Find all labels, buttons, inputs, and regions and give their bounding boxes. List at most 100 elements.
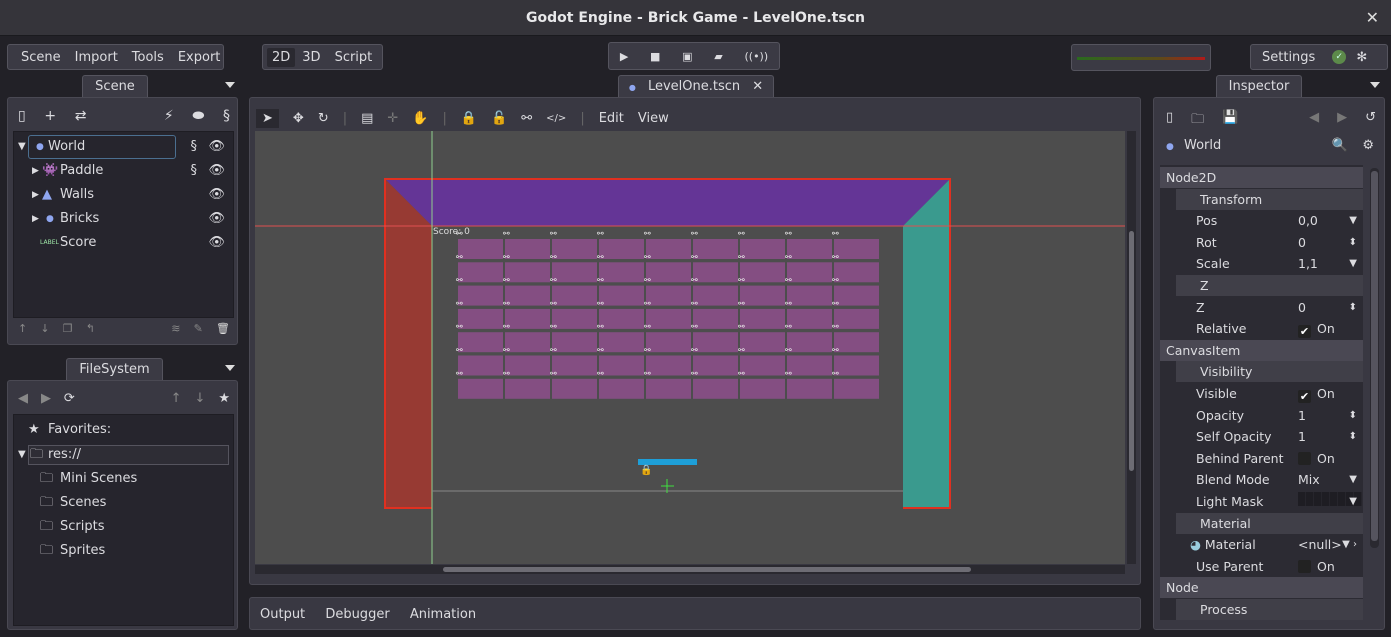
menu-import[interactable]: Import — [68, 50, 125, 65]
edit-icon[interactable]: ✎ — [194, 322, 203, 335]
pivot-tool-icon[interactable]: ▤ — [361, 111, 373, 126]
settings-button[interactable]: Settings — [1255, 50, 1322, 65]
merge-icon[interactable]: ≋ — [171, 322, 180, 335]
vertical-scrollbar[interactable] — [1127, 131, 1136, 564]
close-tab-icon[interactable]: ✕ — [752, 79, 763, 94]
visibility-eye-icon[interactable]: 👁 — [208, 207, 225, 231]
favorites-item[interactable]: ★ Favorites: — [14, 418, 233, 442]
visibility-eye-icon[interactable]: 👁 — [208, 231, 225, 255]
checkbox[interactable] — [1298, 451, 1311, 465]
property-value[interactable]: 1 — [1298, 426, 1306, 447]
instance-icon[interactable]: ⇄ — [75, 108, 87, 124]
dock-menu-arrow-icon[interactable] — [1370, 82, 1380, 88]
folder-item[interactable]: 🗀 Scenes — [14, 491, 233, 515]
property-self-opacity[interactable]: Self Opacity 1 ⬍ — [1160, 426, 1363, 447]
property-use-parent[interactable]: Use Parent On — [1160, 556, 1363, 577]
folder-item[interactable]: 🗀 Mini Scenes — [14, 467, 233, 491]
root-folder-item[interactable]: ▼ 🗀 res:// — [14, 443, 233, 467]
spinner-arrows-icon[interactable]: ⬍ — [1349, 297, 1357, 318]
tree-item-bricks[interactable]: ▶ ● Bricks 👁 — [14, 207, 233, 231]
dropdown-arrow-icon[interactable]: ▼ — [1349, 210, 1357, 231]
reparent-icon[interactable]: ↰ — [86, 322, 95, 335]
forward-icon[interactable]: ▶ — [1337, 110, 1347, 132]
refresh-icon[interactable]: ⟳ — [64, 391, 75, 406]
property-value[interactable]: Mix — [1298, 469, 1320, 490]
menu-tools[interactable]: Tools — [125, 50, 171, 65]
property-visible[interactable]: Visible ✔ On — [1160, 383, 1363, 404]
menu-export[interactable]: Export — [171, 50, 228, 65]
rotate-tool-icon[interactable]: ↻ — [318, 111, 329, 126]
2d-canvas[interactable]: Score: 0 ⚯ ⚯ ⚯ ⚯ ⚯ ⚯ ⚯ ⚯ ⚯ ⚯ ⚯ ⚯ ⚯ ⚯ ⚯ ⚯ ⚯ ⚯ ⚯ ⚯ ⚯ ⚯ ⚯ ⚯ ⚯ ⚯ ⚯ ⚯ ⚯ ⚯ ⚯ ⚯… — [255, 131, 1125, 564]
menu-edit[interactable]: Edit — [599, 111, 624, 126]
spinner-arrows-icon[interactable]: ⬍ — [1349, 405, 1357, 426]
tree-item-score[interactable]: LABEL Score 👁 — [14, 231, 233, 255]
scene-tab[interactable]: ● LevelOne.tscn ✕ — [618, 75, 774, 97]
workspace-script[interactable]: Script — [328, 50, 380, 65]
back-icon[interactable]: ◀ — [18, 391, 28, 406]
property-rot[interactable]: Rot 0 ⬍ — [1160, 232, 1363, 253]
groups-icon[interactable]: ⬬ — [192, 108, 204, 124]
open-folder-icon[interactable]: 🗀 — [1191, 110, 1204, 132]
property-value[interactable]: <null> — [1298, 534, 1342, 555]
check-icon[interactable]: ✓ — [1332, 50, 1347, 64]
tab-scene[interactable]: Scene — [82, 75, 148, 97]
spinner-arrows-icon[interactable]: ⬍ — [1349, 232, 1357, 253]
connect-icon[interactable]: ⚡ — [164, 108, 174, 124]
visibility-eye-icon[interactable]: 👁 — [208, 135, 225, 159]
move-up-icon[interactable]: ↑ — [18, 322, 27, 335]
favorite-star-icon[interactable]: ★ — [218, 391, 230, 406]
script-icon[interactable]: § — [223, 108, 230, 124]
property-value[interactable]: On — [1298, 556, 1335, 577]
lock-icon[interactable]: 🔒 — [461, 111, 477, 126]
move-tool-icon[interactable]: ✥ — [293, 111, 304, 126]
tab-output[interactable]: Output — [260, 607, 305, 622]
tree-item-world[interactable]: ▼ ● World § 👁 — [14, 135, 233, 159]
tab-filesystem[interactable]: FileSystem — [66, 358, 163, 380]
save-icon[interactable]: 💾 — [1222, 110, 1238, 132]
property-opacity[interactable]: Opacity 1 ⬍ — [1160, 405, 1363, 426]
property-blend-mode[interactable]: Blend Mode Mix ▼ — [1160, 469, 1363, 490]
spinner-arrows-icon[interactable]: ⬍ — [1349, 426, 1357, 447]
tab-debugger[interactable]: Debugger — [325, 607, 389, 622]
property-relative[interactable]: Relative ✔ On — [1160, 318, 1363, 339]
checkbox[interactable]: ✔ — [1298, 390, 1311, 403]
tab-inspector[interactable]: Inspector — [1216, 75, 1302, 97]
move-up-icon[interactable]: ↑ — [171, 391, 182, 406]
checkbox[interactable] — [1298, 559, 1311, 573]
remote-debug-icon[interactable]: ((•)) — [744, 50, 768, 63]
play-icon[interactable]: ▶ — [620, 50, 628, 63]
new-resource-icon[interactable]: ▯ — [1166, 110, 1173, 132]
play-scene-icon[interactable]: ▣ — [682, 50, 692, 63]
stop-icon[interactable]: ■ — [650, 50, 660, 63]
inspector-scrollbar[interactable] — [1370, 168, 1379, 548]
visibility-eye-icon[interactable]: 👁 — [208, 159, 225, 183]
search-icon[interactable]: 🔍 — [1332, 138, 1348, 153]
property-light-mask[interactable]: Light Mask ▼ — [1160, 491, 1363, 512]
property-value[interactable]: 0 — [1298, 297, 1306, 318]
move-down-icon[interactable]: ↓ — [195, 391, 206, 406]
property-value[interactable]: 0,0 — [1298, 210, 1318, 231]
unlock-icon[interactable]: 🔓 — [491, 111, 507, 126]
pan-tool-icon[interactable]: ✋ — [412, 111, 428, 126]
property-value[interactable]: ✔ On — [1298, 318, 1335, 339]
history-icon[interactable]: ↺ — [1365, 110, 1376, 132]
property-scale[interactable]: Scale 1,1 ▼ — [1160, 253, 1363, 274]
close-icon[interactable]: ✕ — [1366, 0, 1379, 36]
gear-icon[interactable]: ⚙ — [1362, 138, 1374, 153]
dropdown-arrow-icon[interactable]: ▼ › — [1342, 534, 1357, 555]
new-scene-icon[interactable]: ▯ — [18, 108, 26, 124]
skeleton-icon[interactable]: ⚯ — [521, 111, 532, 126]
property-value[interactable]: On — [1298, 448, 1335, 469]
property-behind-parent[interactable]: Behind Parent On — [1160, 448, 1363, 469]
workspace-3d[interactable]: 3D — [295, 50, 327, 65]
tree-item-paddle[interactable]: ▶ 👾 Paddle § 👁 — [14, 159, 233, 183]
add-node-icon[interactable]: + — [44, 108, 56, 124]
dock-menu-arrow-icon[interactable] — [225, 82, 235, 88]
folder-item[interactable]: 🗀 Scripts — [14, 515, 233, 539]
property-value[interactable]: 1,1 — [1298, 253, 1318, 274]
property-z[interactable]: Z 0 ⬍ — [1160, 297, 1363, 318]
play-custom-icon[interactable]: ▰ — [714, 50, 722, 63]
workspace-2d[interactable]: 2D — [267, 47, 296, 67]
forward-icon[interactable]: ▶ — [41, 391, 51, 406]
duplicate-icon[interactable]: ❐ — [63, 322, 73, 335]
